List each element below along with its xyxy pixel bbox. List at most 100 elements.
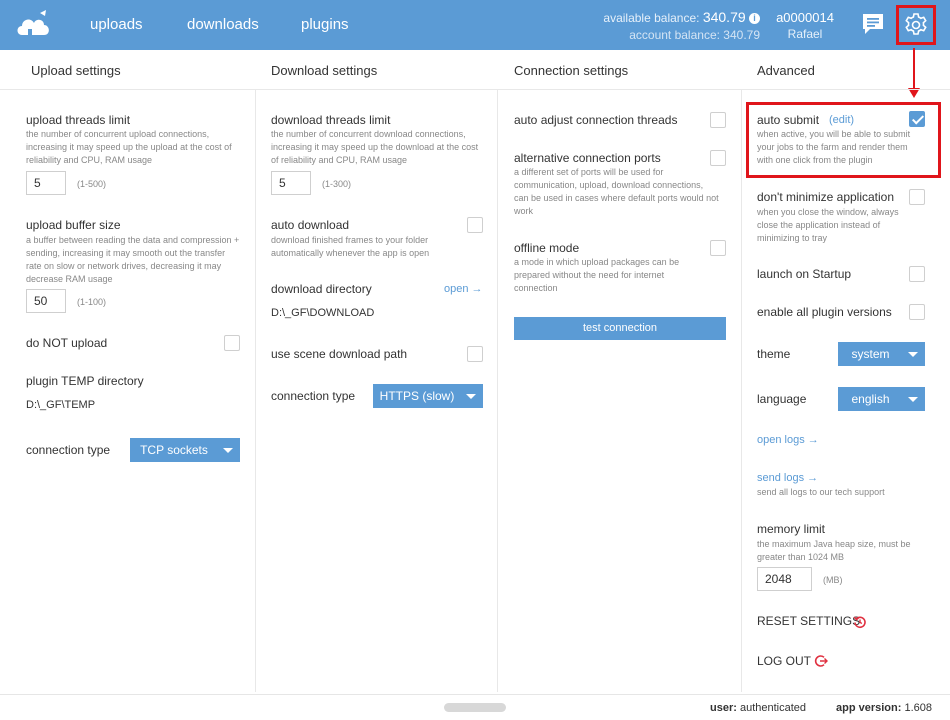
theme-label: theme <box>757 347 791 361</box>
top-bar: uploads downloads plugins available bala… <box>0 0 950 50</box>
upload-buffer-label: upload buffer size <box>26 218 121 232</box>
select-value: HTTPS (slow) <box>379 389 455 403</box>
open-directory-link[interactable]: open → <box>444 283 483 295</box>
balance-panel: available balance: 340.79 i account bala… <box>603 9 760 42</box>
download-connection-type-select[interactable]: HTTPS (slow) <box>373 384 483 408</box>
alternative-ports-desc: a different set of ports will be used fo… <box>514 167 719 216</box>
chat-icon[interactable] <box>861 12 885 36</box>
account-balance-value: 340.79 <box>723 28 760 42</box>
upload-threads-range: (1-500) <box>77 179 107 189</box>
footer-user: user: authenticated <box>710 702 806 714</box>
language-label: language <box>757 392 807 406</box>
user-info[interactable]: a0000014 Rafael <box>770 10 840 41</box>
annotation-arrow <box>913 48 915 90</box>
send-logs-link[interactable]: send logs → <box>757 472 818 484</box>
download-threads-desc: the number of concurrent download connec… <box>271 129 479 165</box>
dont-minimize-label: don't minimize application <box>757 190 895 204</box>
auto-download-desc: download finished frames to your folder … <box>271 235 430 258</box>
auto-adjust-threads-label: auto adjust connection threads <box>514 113 678 127</box>
advanced-heading: Advanced <box>757 63 815 78</box>
gear-icon <box>905 13 927 35</box>
select-value: system <box>851 347 890 361</box>
download-threads-input[interactable]: 5 <box>271 171 311 195</box>
upload-buffer-input[interactable]: 50 <box>26 289 66 313</box>
offline-mode-label: offline mode <box>514 241 580 255</box>
footer-user-value: authenticated <box>739 702 807 714</box>
chevron-down-icon <box>223 448 233 453</box>
upload-buffer-desc: a buffer between reading the data and co… <box>26 235 240 284</box>
download-connection-type-label: connection type <box>271 389 356 403</box>
plugin-versions-label: enable all plugin versions <box>757 305 892 319</box>
memory-limit-unit: (MB) <box>823 575 843 585</box>
nav-uploads[interactable]: uploads <box>90 16 143 33</box>
nav-downloads[interactable]: downloads <box>187 16 259 33</box>
test-connection-button[interactable]: test connection <box>514 317 726 340</box>
upload-threads-desc: the number of concurrent upload connecti… <box>26 129 232 165</box>
column-divider <box>497 90 498 692</box>
auto-download-checkbox[interactable] <box>467 217 483 233</box>
download-threads-range: (1-300) <box>322 179 352 189</box>
auto-download-label: auto download <box>271 218 350 232</box>
do-not-upload-label: do NOT upload <box>26 336 108 350</box>
settings-button[interactable] <box>896 5 936 45</box>
column-divider <box>741 90 742 692</box>
download-directory-path: D:\_GF\DOWNLOAD <box>271 307 375 319</box>
memory-limit-label: memory limit <box>757 522 825 536</box>
reset-icon[interactable] <box>853 615 867 629</box>
language-select[interactable]: english <box>838 387 925 411</box>
upload-threads-label: upload threads limit <box>26 113 131 127</box>
theme-select[interactable]: system <box>838 342 925 366</box>
launch-on-startup-label: launch on Startup <box>757 267 852 281</box>
select-value: english <box>851 392 890 406</box>
upload-settings-heading: Upload settings <box>31 63 121 78</box>
footer-user-label: user: <box>710 702 737 714</box>
offline-mode-checkbox[interactable] <box>710 240 726 256</box>
upload-threads-input[interactable]: 5 <box>26 171 66 195</box>
available-balance-value: 340.79 <box>702 9 746 25</box>
user-name: Rafael <box>787 27 823 41</box>
footer-version: app version: 1.608 <box>836 702 932 714</box>
dont-minimize-checkbox[interactable] <box>909 189 925 205</box>
footer-version-label: app version: <box>836 702 902 714</box>
available-balance-label: available balance: <box>603 11 700 25</box>
open-logs-link[interactable]: open logs → <box>757 434 819 446</box>
scene-download-path-checkbox[interactable] <box>467 346 483 362</box>
info-icon[interactable]: i <box>749 13 760 24</box>
highlight-box <box>746 102 941 178</box>
memory-limit-input[interactable]: 2048 <box>757 567 812 591</box>
cloud-logo-icon[interactable] <box>14 9 54 41</box>
header-divider <box>0 89 950 90</box>
temp-directory-path: D:\_GF\TEMP <box>26 399 96 411</box>
do-not-upload-checkbox[interactable] <box>224 335 240 351</box>
select-value: TCP sockets <box>140 443 208 457</box>
send-logs-desc: send all logs to our tech support <box>757 487 885 497</box>
alternative-ports-checkbox[interactable] <box>710 150 726 166</box>
user-id: a0000014 <box>776 10 834 25</box>
logout-button[interactable]: LOG OUT <box>757 654 811 668</box>
upload-buffer-range: (1-100) <box>77 297 107 307</box>
auto-adjust-threads-checkbox[interactable] <box>710 112 726 128</box>
offline-mode-desc: a mode in which upload packages can be p… <box>514 257 680 293</box>
upload-connection-type-label: connection type <box>26 443 111 457</box>
upload-connection-type-select[interactable]: TCP sockets <box>130 438 240 462</box>
horizontal-scrollbar[interactable] <box>444 703 506 712</box>
connection-settings-heading: Connection settings <box>514 63 629 78</box>
plugin-versions-checkbox[interactable] <box>909 304 925 320</box>
logout-icon[interactable] <box>814 654 828 668</box>
reset-settings-button[interactable]: RESET SETTINGS <box>757 614 860 628</box>
account-balance-label: account balance: <box>629 28 720 42</box>
download-directory-label: download directory <box>271 282 372 296</box>
column-divider <box>255 90 256 692</box>
footer-version-value: 1.608 <box>904 702 932 714</box>
alternative-ports-label: alternative connection ports <box>514 151 661 165</box>
memory-limit-desc: the maximum Java heap size, must be grea… <box>757 539 911 562</box>
chevron-down-icon <box>466 394 476 399</box>
download-threads-label: download threads limit <box>271 113 391 127</box>
chevron-down-icon <box>908 397 918 402</box>
download-settings-heading: Download settings <box>271 63 378 78</box>
launch-on-startup-checkbox[interactable] <box>909 266 925 282</box>
scene-download-path-label: use scene download path <box>271 347 408 361</box>
dont-minimize-desc: when you close the window, always close … <box>757 207 899 243</box>
nav-plugins[interactable]: plugins <box>301 16 349 33</box>
chevron-down-icon <box>908 352 918 357</box>
